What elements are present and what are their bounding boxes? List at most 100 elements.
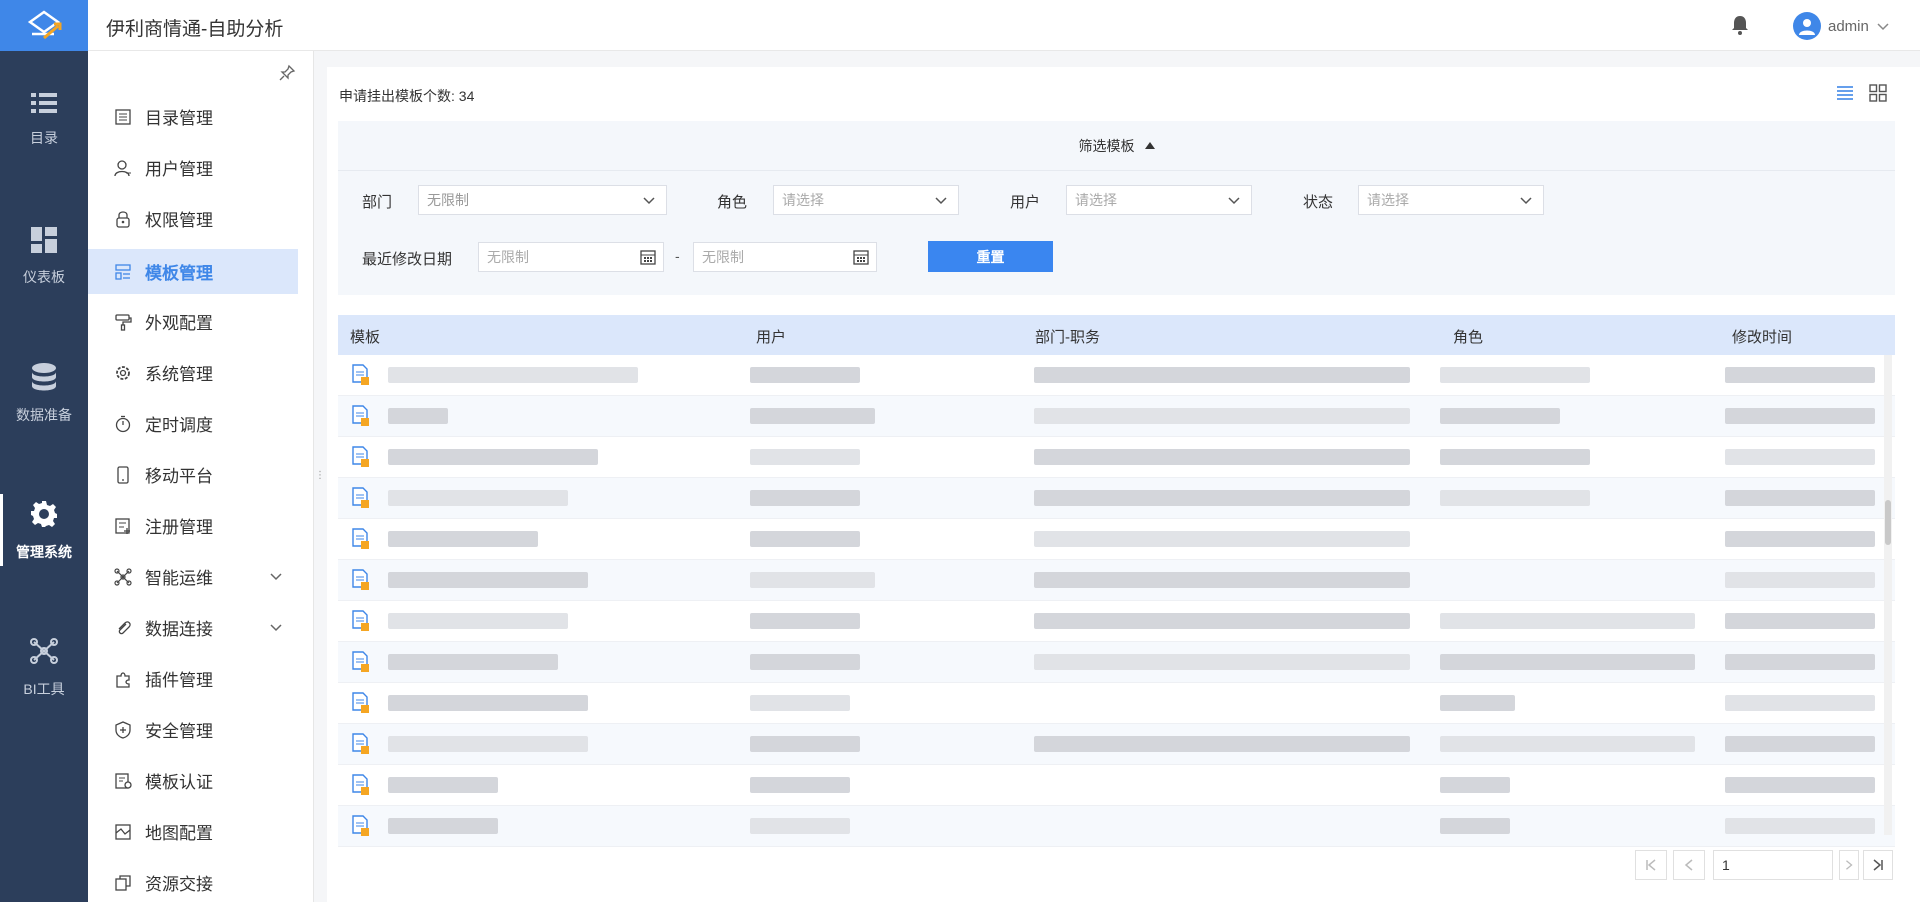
table-row[interactable] <box>338 765 1895 806</box>
sidebar-resize-handle[interactable]: ⋮ <box>315 470 325 490</box>
rail-item-label: 管理系统 <box>16 543 72 560</box>
paperclip-icon <box>113 618 133 638</box>
sidebar-item-resource-handover[interactable]: 资源交接 <box>88 860 298 902</box>
column-header-dept-position[interactable]: 部门-职务 <box>1035 326 1100 347</box>
chevron-down-icon <box>270 573 282 581</box>
redacted-cell <box>750 654 860 670</box>
redacted-cell <box>1034 449 1410 465</box>
date-to-input[interactable]: 无限制 <box>693 242 877 272</box>
redacted-cell <box>388 736 588 752</box>
date-from-input[interactable]: 无限制 <box>478 242 664 272</box>
sidebar-item-label: 安全管理 <box>145 722 213 741</box>
redacted-cell <box>1034 490 1410 506</box>
rail-item-label: 仪表板 <box>23 268 65 285</box>
sidebar-item-security[interactable]: 安全管理 <box>88 707 298 752</box>
table-scrollbar[interactable] <box>1884 355 1892 835</box>
redacted-cell <box>1725 367 1875 383</box>
template-file-icon <box>352 651 369 672</box>
redacted-cell <box>1725 490 1875 506</box>
filter-toggle[interactable]: 筛选模板 <box>338 121 1895 171</box>
rail-item-admin[interactable]: 管理系统 <box>0 462 88 599</box>
sidebar-item-system-mgmt[interactable]: 系统管理 <box>88 350 298 395</box>
sidebar-item-appearance[interactable]: 外观配置 <box>88 299 298 344</box>
sidebar-item-scheduling[interactable]: 定时调度 <box>88 401 298 446</box>
certificate-icon <box>113 771 133 791</box>
sidebar-item-user-mgmt[interactable]: 用户管理 <box>88 145 298 190</box>
list-icon <box>31 92 57 113</box>
chevron-down-icon <box>1520 197 1532 205</box>
redacted-cell <box>388 531 538 547</box>
registration-icon <box>113 516 133 536</box>
list-view-icon[interactable] <box>1836 84 1854 102</box>
map-icon <box>113 822 133 842</box>
sidebar-item-mobile[interactable]: 移动平台 <box>88 452 298 497</box>
template-count: 申请挂出模板个数: 34 <box>339 88 475 104</box>
status-select[interactable]: 请选择 <box>1358 185 1544 215</box>
table-scrollbar-thumb[interactable] <box>1885 500 1891 545</box>
sidebar-item-catalog-mgmt[interactable]: 目录管理 <box>88 94 298 139</box>
rail-item-catalog[interactable]: 目录 <box>0 51 88 188</box>
user-select[interactable]: 请选择 <box>1066 185 1252 215</box>
sidebar-item-label: 用户管理 <box>145 160 213 179</box>
rail-item-dashboard[interactable]: 仪表板 <box>0 188 88 325</box>
gear-icon <box>31 500 57 527</box>
app-logo[interactable] <box>0 0 88 51</box>
rail-item-label: BI工具 <box>23 680 65 697</box>
redacted-cell <box>388 408 448 424</box>
sidebar-item-permission-mgmt[interactable]: 权限管理 <box>88 196 298 241</box>
pin-icon[interactable] <box>278 64 296 82</box>
redacted-cell <box>1440 818 1510 834</box>
template-file-icon <box>352 692 369 713</box>
puzzle-icon <box>113 669 133 689</box>
grid-view-icon[interactable] <box>1869 84 1887 102</box>
sidebar-item-template-cert[interactable]: 模板认证 <box>88 758 298 803</box>
reset-button[interactable]: 重置 <box>928 241 1053 272</box>
template-file-icon <box>352 405 369 426</box>
role-select-placeholder: 请选择 <box>782 192 824 208</box>
redacted-cell <box>1440 777 1510 793</box>
redacted-cell <box>1034 408 1410 424</box>
redacted-cell <box>1034 572 1410 588</box>
sidebar-item-map-config[interactable]: 地图配置 <box>88 809 298 854</box>
user-avatar-icon <box>1799 19 1815 35</box>
user-menu[interactable]: admin <box>1793 12 1890 40</box>
first-page-button[interactable] <box>1635 850 1667 880</box>
redacted-cell <box>388 449 598 465</box>
column-header-template[interactable]: 模板 <box>350 326 380 347</box>
column-header-modified-time[interactable]: 修改时间 <box>1732 326 1792 347</box>
column-header-role[interactable]: 角色 <box>1453 326 1483 347</box>
rail-item-data-prep[interactable]: 数据准备 <box>0 325 88 462</box>
redacted-cell <box>388 654 558 670</box>
last-page-button[interactable] <box>1863 850 1893 880</box>
date-label: 最近修改日期 <box>362 251 453 268</box>
bell-icon[interactable] <box>1730 14 1750 36</box>
caret-up-icon <box>1144 142 1155 149</box>
redacted-cell <box>1440 449 1590 465</box>
dept-select[interactable]: 无限制 <box>418 185 667 215</box>
sidebar-item-data-connection[interactable]: 数据连接 <box>88 605 298 650</box>
sidebar-item-label: 插件管理 <box>145 671 213 690</box>
next-page-button[interactable] <box>1839 850 1859 880</box>
sidebar-item-label: 移动平台 <box>145 467 213 486</box>
column-header-user[interactable]: 用户 <box>756 326 786 347</box>
role-label: 角色 <box>717 194 748 211</box>
redacted-cell <box>1725 695 1875 711</box>
last-page-icon <box>1873 859 1883 871</box>
sidebar-item-label: 注册管理 <box>145 518 213 537</box>
sidebar-item-label: 目录管理 <box>145 109 213 128</box>
redacted-cell <box>1440 367 1590 383</box>
role-select[interactable]: 请选择 <box>773 185 959 215</box>
sidebar-item-template-mgmt[interactable]: 模板管理 <box>88 249 298 294</box>
sidebar-item-plugins[interactable]: 插件管理 <box>88 656 298 701</box>
table-row[interactable] <box>338 806 1895 847</box>
rail-item-bi-tools[interactable]: BI工具 <box>0 599 88 736</box>
dashboard-icon <box>31 226 57 253</box>
sidebar-item-ops[interactable]: 智能运维 <box>88 554 298 599</box>
redacted-cell <box>388 695 588 711</box>
page-number-input[interactable]: 1 <box>1713 850 1833 880</box>
user-icon <box>113 158 133 178</box>
prev-page-button[interactable] <box>1673 850 1705 880</box>
redacted-cell <box>388 777 498 793</box>
table-header <box>338 315 1895 355</box>
sidebar-item-registration[interactable]: 注册管理 <box>88 503 298 548</box>
